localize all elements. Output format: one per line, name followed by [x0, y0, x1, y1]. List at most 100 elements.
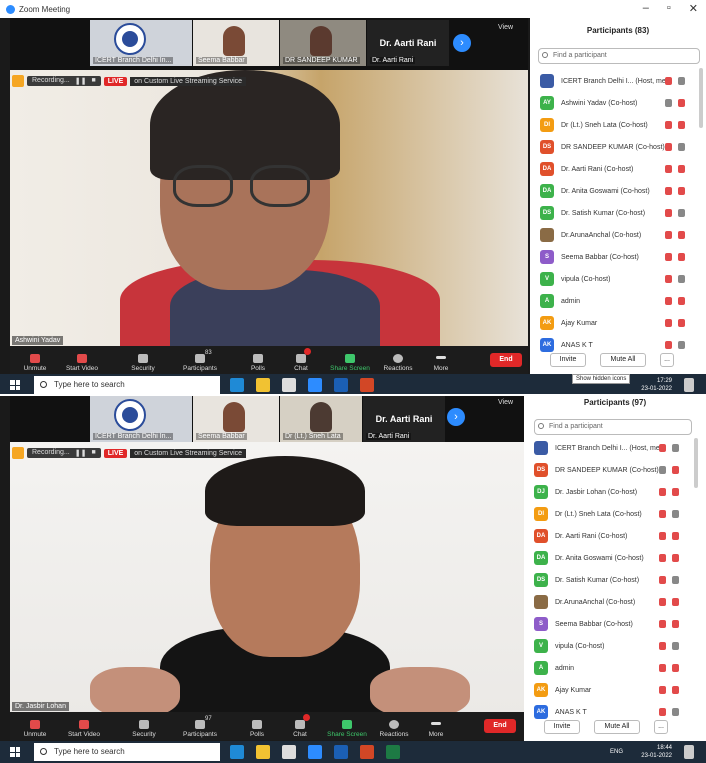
- file-explorer-icon[interactable]: [256, 745, 270, 759]
- participant-row[interactable]: AY Ashwini Yadav (Co-host): [530, 92, 706, 114]
- participant-row[interactable]: DI Dr (Lt.) Sneh Lata (Co-host): [524, 503, 706, 525]
- participant-row[interactable]: S Seema Babbar (Co-host): [530, 246, 706, 268]
- clock[interactable]: 17:29 23-01-2022: [640, 377, 672, 393]
- mic-muted-icon[interactable]: [665, 275, 672, 283]
- mic-muted-icon[interactable]: [665, 231, 672, 239]
- participant-row[interactable]: DA Dr. Anita Goswami (Co-host): [530, 180, 706, 202]
- participant-row[interactable]: DS DR SANDEEP KUMAR (Co-host): [524, 459, 706, 481]
- mic-muted-icon[interactable]: [665, 297, 672, 305]
- chat-button[interactable]: Chat: [275, 714, 325, 738]
- mic-muted-icon[interactable]: [659, 444, 666, 452]
- video-icon[interactable]: [678, 187, 685, 195]
- next-page-button[interactable]: ›: [453, 34, 471, 52]
- participant-row[interactable]: Aadmin: [530, 290, 706, 312]
- thumb-icert[interactable]: ICERT Branch Delhi In...: [90, 20, 192, 66]
- stream-service[interactable]: on Custom Live Streaming Service: [130, 76, 247, 86]
- word-icon[interactable]: [334, 378, 348, 392]
- share-screen-button[interactable]: Share Screen: [322, 720, 372, 738]
- unmute-button[interactable]: Unmute: [10, 720, 60, 738]
- shield-icon[interactable]: [12, 75, 24, 87]
- video-icon[interactable]: [678, 165, 685, 173]
- thumb-sneh-lata[interactable]: Dr (Lt.) Sneh Lata: [280, 396, 362, 442]
- more-button[interactable]: More: [416, 356, 466, 372]
- edge-icon[interactable]: [230, 378, 244, 392]
- pause-icon[interactable]: ❚❚: [75, 449, 87, 457]
- mic-muted-icon[interactable]: [659, 686, 666, 694]
- participant-row[interactable]: ICERT Branch Delhi I... (Host, me): [530, 70, 706, 92]
- panel-more-button[interactable]: ...: [660, 353, 674, 367]
- edge-icon[interactable]: [230, 745, 244, 759]
- notification-icon[interactable]: [684, 745, 694, 759]
- windows-start-icon[interactable]: [10, 747, 20, 757]
- video-icon[interactable]: [672, 598, 679, 606]
- taskbar-search[interactable]: Type here to search: [34, 743, 220, 761]
- video-icon[interactable]: [678, 209, 685, 217]
- video-icon[interactable]: [678, 319, 685, 327]
- powerpoint-icon[interactable]: [360, 378, 374, 392]
- participant-row[interactable]: DS DR SANDEEP KUMAR (Co-host): [530, 136, 706, 158]
- word-icon[interactable]: [334, 745, 348, 759]
- mic-muted-icon[interactable]: [659, 664, 666, 672]
- participant-row[interactable]: DS Dr. Satish Kumar (Co-host): [524, 569, 706, 591]
- video-icon[interactable]: [672, 488, 679, 496]
- start-video-button[interactable]: Start Video: [57, 354, 107, 372]
- security-button[interactable]: Security: [119, 720, 169, 738]
- video-icon[interactable]: [672, 576, 679, 584]
- maximize-icon[interactable]: ▫: [667, 2, 671, 15]
- participant-row[interactable]: DA Dr. Anita Goswami (Co-host): [524, 547, 706, 569]
- participant-search-input[interactable]: Find a participant: [538, 48, 700, 64]
- mic-muted-icon[interactable]: [659, 532, 666, 540]
- chat-button[interactable]: Chat: [276, 348, 326, 372]
- mic-muted-icon[interactable]: [665, 319, 672, 327]
- mute-all-button[interactable]: Mute All: [600, 353, 646, 367]
- invite-button[interactable]: Invite: [550, 353, 586, 367]
- stream-service[interactable]: on Custom Live Streaming Service: [130, 448, 247, 458]
- next-page-button[interactable]: ›: [447, 408, 465, 426]
- video-icon[interactable]: [678, 275, 685, 283]
- more-button[interactable]: More: [411, 722, 461, 738]
- participant-row[interactable]: DA Dr. Aarti Rani (Co-host): [524, 525, 706, 547]
- shield-icon[interactable]: [12, 447, 24, 459]
- store-icon[interactable]: [282, 745, 296, 759]
- mic-muted-icon[interactable]: [665, 187, 672, 195]
- mic-muted-icon[interactable]: [665, 77, 672, 85]
- participants-button[interactable]: 97 Participants: [175, 716, 225, 738]
- participant-row[interactable]: DJ Dr. Jasbir Lohan (Co-host): [524, 481, 706, 503]
- video-icon[interactable]: [678, 143, 685, 151]
- unmute-button[interactable]: Unmute: [10, 354, 60, 372]
- file-explorer-icon[interactable]: [256, 378, 270, 392]
- mic-muted-icon[interactable]: [665, 143, 672, 151]
- scrollbar[interactable]: [694, 438, 698, 488]
- mic-muted-icon[interactable]: [665, 121, 672, 129]
- thumb-seema[interactable]: Seema Babbar: [193, 20, 279, 66]
- participant-row[interactable]: Dr.ArunaAnchal (Co-host): [530, 224, 706, 246]
- mic-muted-icon[interactable]: [659, 510, 666, 518]
- scrollbar[interactable]: [699, 68, 703, 128]
- participant-row[interactable]: ICERT Branch Delhi I... (Host, me): [524, 437, 706, 459]
- clock[interactable]: 18:44 23-01-2022: [636, 744, 672, 760]
- video-icon[interactable]: [678, 341, 685, 349]
- participant-row[interactable]: S Seema Babbar (Co-host): [524, 613, 706, 635]
- notification-icon[interactable]: [684, 378, 694, 392]
- video-icon[interactable]: [672, 510, 679, 518]
- stop-icon[interactable]: ■: [91, 77, 95, 85]
- video-icon[interactable]: [672, 554, 679, 562]
- pause-icon[interactable]: ❚❚: [75, 77, 87, 85]
- participant-row[interactable]: Dr.ArunaAnchal (Co-host): [524, 591, 706, 613]
- mic-muted-icon[interactable]: [659, 554, 666, 562]
- participant-row[interactable]: DA Dr. Aarti Rani (Co-host): [530, 158, 706, 180]
- thumb-seema[interactable]: Seema Babbar: [193, 396, 279, 442]
- end-button[interactable]: End: [490, 353, 522, 367]
- video-icon[interactable]: [672, 466, 679, 474]
- mic-muted-icon[interactable]: [665, 209, 672, 217]
- mic-muted-icon[interactable]: [659, 488, 666, 496]
- video-icon[interactable]: [672, 642, 679, 650]
- video-icon[interactable]: [678, 99, 685, 107]
- excel-icon[interactable]: [386, 745, 400, 759]
- view-button[interactable]: View: [498, 24, 513, 31]
- zoom-taskbar-icon[interactable]: [308, 378, 322, 392]
- mic-muted-icon[interactable]: [659, 576, 666, 584]
- windows-start-icon[interactable]: [10, 380, 20, 390]
- zoom-taskbar-icon[interactable]: [308, 745, 322, 759]
- participant-row[interactable]: AK Ajay Kumar: [530, 312, 706, 334]
